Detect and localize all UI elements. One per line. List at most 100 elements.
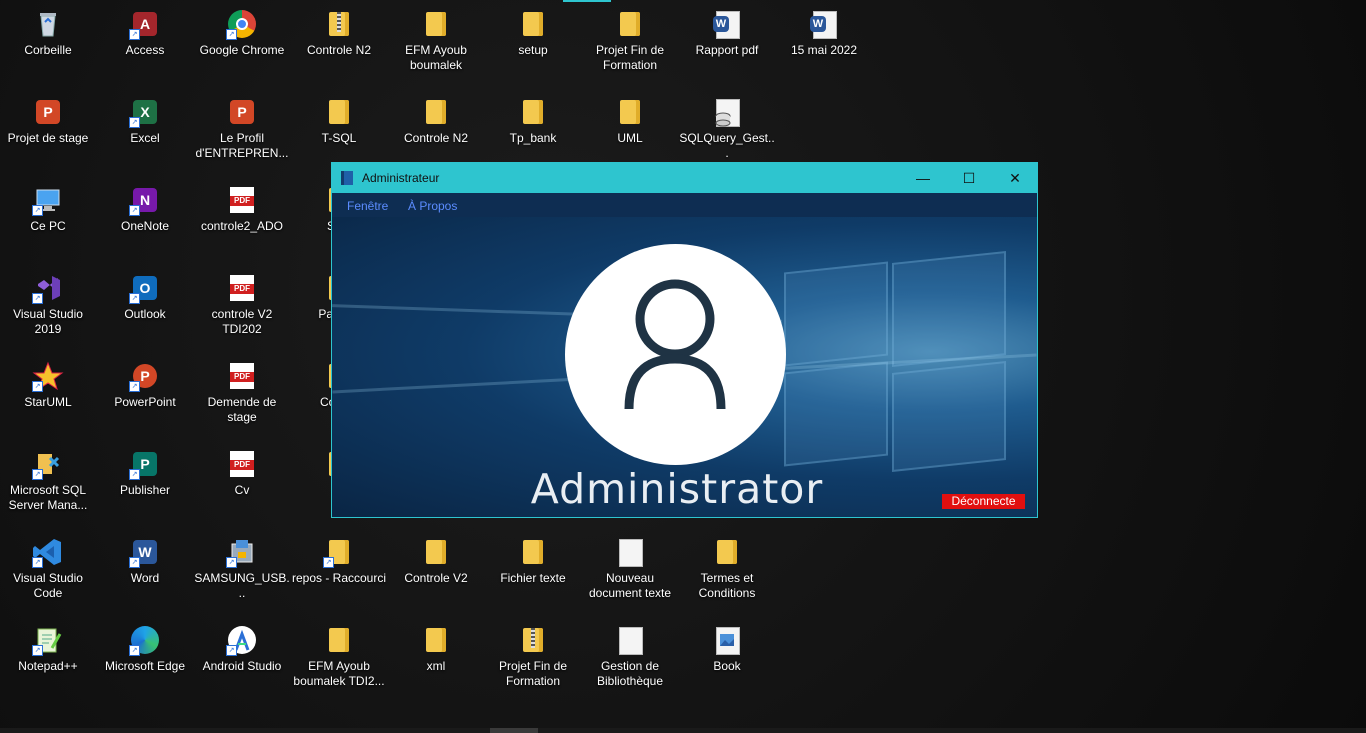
- desktop-icon-rapport-pdf[interactable]: W Rapport pdf: [679, 8, 775, 58]
- desktop-icon-label: OneNote: [120, 219, 170, 233]
- windows-logo-pane: [892, 361, 1006, 472]
- desktop-icon-fichier-texte[interactable]: Fichier texte: [485, 536, 581, 586]
- folder-icon: [517, 536, 549, 568]
- folder-icon: [420, 624, 452, 656]
- folder-icon: [420, 8, 452, 40]
- desktop-icon-controle-n2-zip[interactable]: Controle N2: [291, 8, 387, 58]
- menu-a-propos[interactable]: À Propos: [408, 199, 457, 213]
- word-doc-icon: W: [808, 8, 840, 40]
- desktop-icon-label: Android Studio: [202, 659, 282, 673]
- desktop-icon-word[interactable]: W ↗ Word: [97, 536, 193, 586]
- user-icon: [624, 279, 726, 410]
- desktop-icon-setup[interactable]: setup: [485, 8, 581, 58]
- desktop-icon-label: Visual Studio Code: [13, 571, 83, 600]
- desktop-icon-label: xml: [426, 659, 446, 673]
- desktop-icon-controle-v2[interactable]: Controle V2: [388, 536, 484, 586]
- desktop-icon-efm-ayoub[interactable]: EFM Ayoub boumalek: [388, 8, 484, 73]
- pdf-icon: PDF: [226, 184, 258, 216]
- desktop-icon-t-sql[interactable]: T-SQL: [291, 96, 387, 146]
- desktop-icon-label: Controle N2: [306, 43, 372, 57]
- desktop-icon-vscode[interactable]: ↗ Visual Studio Code: [0, 536, 96, 601]
- menu-fenetre[interactable]: Fenêtre: [347, 199, 388, 213]
- desktop-icon-sqlquery[interactable]: SQLQuery_Gest...: [679, 96, 775, 161]
- desktop-icon-efm-tdi2[interactable]: EFM Ayoub boumalek TDI2...: [291, 624, 387, 689]
- desktop-icon-controle-v2-tdi202[interactable]: PDF controle V2 TDI202: [194, 272, 290, 337]
- desktop-icon-label: EFM Ayoub boumalek: [405, 43, 467, 72]
- desktop-icon-visual-studio-2019[interactable]: ↗ Visual Studio 2019: [0, 272, 96, 337]
- desktop-icon-projet-fin-formation[interactable]: Projet Fin de Formation: [582, 8, 678, 73]
- menu-bar: Fenêtre À Propos: [332, 193, 1037, 217]
- minimize-button[interactable]: —: [900, 163, 946, 193]
- powerpoint-icon: P ↗: [129, 360, 161, 392]
- desktop-icon-publisher[interactable]: P ↗ Publisher: [97, 448, 193, 498]
- outlook-icon: O ↗: [129, 272, 161, 304]
- desktop-icon-onenote[interactable]: N ↗ OneNote: [97, 184, 193, 234]
- desktop-icon-le-profil[interactable]: P Le Profil d'ENTREPREN...: [194, 96, 290, 161]
- desktop-icon-uml[interactable]: UML: [582, 96, 678, 146]
- desktop-icon-chrome[interactable]: ↗ Google Chrome: [194, 8, 290, 58]
- windows-logo-pane: [892, 251, 1006, 367]
- desktop-icon-projet-de-stage[interactable]: P Projet de stage: [0, 96, 96, 146]
- desktop-icon-label: Google Chrome: [199, 43, 285, 57]
- folder-shortcut-icon: ↗: [323, 536, 355, 568]
- desktop-icon-gestion-bibliotheque[interactable]: Gestion de Bibliothèque: [582, 624, 678, 689]
- taskbar-scroll-thumb[interactable]: [490, 728, 538, 733]
- logout-button[interactable]: Déconnecte: [942, 494, 1025, 509]
- desktop-icon-book[interactable]: Book: [679, 624, 775, 674]
- desktop-icon-excel[interactable]: X ↗ Excel: [97, 96, 193, 146]
- close-button[interactable]: ✕: [992, 163, 1038, 193]
- desktop-icon-sql-server-management[interactable]: ↗ Microsoft SQL Server Mana...: [0, 448, 96, 513]
- desktop-icon-notepadpp[interactable]: ↗ Notepad++: [0, 624, 96, 674]
- desktop-icon-label: T-SQL: [321, 131, 357, 145]
- folder-icon: [323, 96, 355, 128]
- desktop-icon-termes-conditions[interactable]: Termes et Conditions: [679, 536, 775, 601]
- desktop-icon-controle-n2[interactable]: Controle N2: [388, 96, 484, 146]
- desktop-icon-cv[interactable]: PDF Cv: [194, 448, 290, 498]
- desktop-icon-corbeille[interactable]: Corbeille: [0, 8, 96, 58]
- desktop-icon-label: Projet de stage: [7, 131, 89, 145]
- desktop-icon-15-mai-2022[interactable]: W 15 mai 2022: [776, 8, 872, 58]
- book-icon: [341, 171, 353, 185]
- desktop-icon-label: Tp_bank: [509, 131, 557, 145]
- desktop-icon-samsung-usb[interactable]: ↗ SAMSUNG_USB...: [194, 536, 290, 601]
- notepadpp-icon: ↗: [32, 624, 64, 656]
- desktop-icon-repos-raccourci[interactable]: ↗ repos - Raccourci: [291, 536, 387, 586]
- taskbar: [0, 728, 1366, 733]
- desktop-icon-edge[interactable]: ↗ Microsoft Edge: [97, 624, 193, 674]
- folder-icon: [323, 624, 355, 656]
- desktop-icon-label: Excel: [130, 131, 160, 145]
- desktop-icon-label: Projet Fin de Formation: [595, 43, 665, 72]
- desktop-icon-label: Demende de stage: [207, 395, 277, 424]
- desktop-icon-staruml[interactable]: ↗ StarUML: [0, 360, 96, 410]
- android-studio-icon: ↗: [226, 624, 258, 656]
- desktop-icon-xml[interactable]: xml: [388, 624, 484, 674]
- window-titlebar[interactable]: Administrateur — ☐ ✕: [332, 163, 1037, 193]
- desktop-icon-projet-fin-zip[interactable]: Projet Fin de Formation: [485, 624, 581, 689]
- desktop-icon-label: EFM Ayoub boumalek TDI2...: [293, 659, 385, 688]
- maximize-button[interactable]: ☐: [946, 163, 992, 193]
- desktop-icon-android-studio[interactable]: ↗ Android Studio: [194, 624, 290, 674]
- desktop-icon-powerpoint[interactable]: P ↗ PowerPoint: [97, 360, 193, 410]
- desktop-icon-label: Projet Fin de Formation: [498, 659, 568, 688]
- desktop-icon-label: controle V2 TDI202: [211, 307, 273, 336]
- desktop-icon-controle2-ado[interactable]: PDF controle2_ADO: [194, 184, 290, 234]
- folder-icon: [420, 536, 452, 568]
- avatar: [565, 244, 786, 465]
- desktop-icon-demende-de-stage[interactable]: PDF Demende de stage: [194, 360, 290, 425]
- desktop-icon-tp-bank[interactable]: Tp_bank: [485, 96, 581, 146]
- desktop-icon-label: controle2_ADO: [200, 219, 284, 233]
- desktop-icon-label: setup: [518, 43, 548, 57]
- excel-icon: X ↗: [129, 96, 161, 128]
- desktop-icon-label: PowerPoint: [114, 395, 176, 409]
- admin-window: Administrateur — ☐ ✕ Fenêtre À Propos Ad…: [331, 162, 1038, 518]
- folder-icon: [614, 8, 646, 40]
- desktop-icon-access[interactable]: A ↗ Access: [97, 8, 193, 58]
- desktop-icon-label: Termes et Conditions: [698, 571, 756, 600]
- folder-icon: [711, 536, 743, 568]
- publisher-icon: P ↗: [129, 448, 161, 480]
- desktop-icon-ce-pc[interactable]: ↗ Ce PC: [0, 184, 96, 234]
- desktop-icon-label: SAMSUNG_USB...: [194, 571, 290, 600]
- desktop-icon-nouveau-document[interactable]: Nouveau document texte: [582, 536, 678, 601]
- desktop-icon-outlook[interactable]: O ↗ Outlook: [97, 272, 193, 322]
- desktop-icon-label: Gestion de Bibliothèque: [596, 659, 664, 688]
